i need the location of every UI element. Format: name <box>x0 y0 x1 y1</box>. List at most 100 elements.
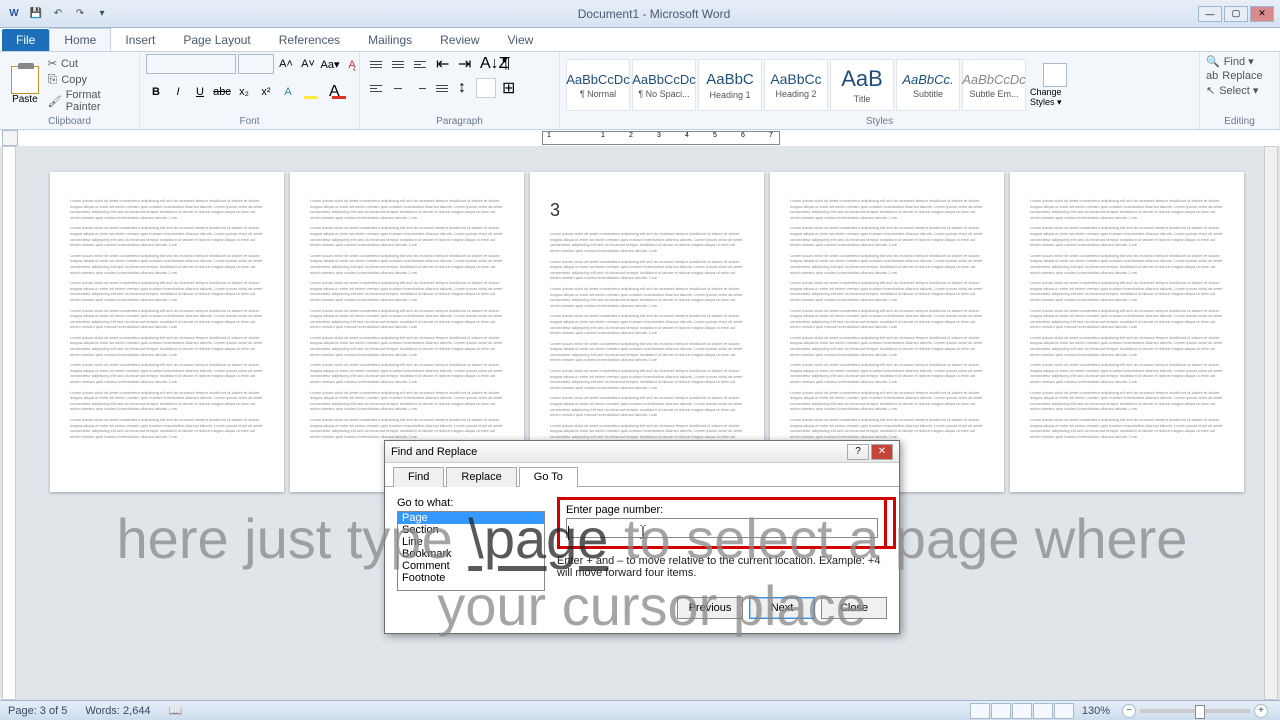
status-proofing-icon[interactable]: 📖 <box>169 704 183 717</box>
dialog-close-btn[interactable]: ✕ <box>871 444 893 460</box>
style-subtle-em[interactable]: AaBbCcDcSubtle Em... <box>962 59 1026 111</box>
ribbon: Paste Cut Copy Format Painter Clipboard … <box>0 52 1280 130</box>
font-size-combo[interactable] <box>238 54 274 74</box>
find-icon: 🔍 <box>1206 55 1220 68</box>
zoom-in-btn[interactable]: + <box>1254 704 1268 718</box>
vertical-ruler[interactable] <box>2 146 16 700</box>
status-words[interactable]: Words: 2,644 <box>85 705 150 717</box>
tab-references[interactable]: References <box>265 29 354 51</box>
borders-btn[interactable]: ⊞ <box>498 78 518 98</box>
dialog-title-bar[interactable]: Find and Replace ? ✕ <box>385 441 899 463</box>
editing-group: 🔍Find ▾ abReplace ↖Select ▾ Editing <box>1200 52 1280 129</box>
style-subtitle[interactable]: AaBbCc.Subtitle <box>896 59 960 111</box>
print-layout-view-btn[interactable] <box>970 703 990 719</box>
zoom-out-btn[interactable]: − <box>1122 704 1136 718</box>
style-heading2[interactable]: AaBbCcHeading 2 <box>764 59 828 111</box>
show-marks-btn[interactable]: ¶ <box>498 54 518 74</box>
tab-file[interactable]: File <box>2 29 49 51</box>
numbering-btn[interactable] <box>388 54 408 74</box>
draft-view-btn[interactable] <box>1054 703 1074 719</box>
style-title[interactable]: AaBTitle <box>830 59 894 111</box>
horizontal-ruler[interactable]: 1 1 2 3 4 5 6 7 <box>542 131 780 145</box>
tab-insert[interactable]: Insert <box>111 29 169 51</box>
tab-review[interactable]: Review <box>426 29 493 51</box>
tab-home[interactable]: Home <box>49 28 111 51</box>
paragraph-label: Paragraph <box>366 116 553 127</box>
status-bar: Page: 3 of 5 Words: 2,644 📖 130% − + <box>0 700 1280 720</box>
tab-mailings[interactable]: Mailings <box>354 29 426 51</box>
zoom-percent[interactable]: 130% <box>1082 705 1110 717</box>
font-color-btn[interactable]: A <box>328 82 354 102</box>
page-1[interactable]: Lorem ipsum dolor sit amet consectetur a… <box>50 172 284 492</box>
tab-view[interactable]: View <box>494 29 548 51</box>
bold-btn[interactable]: B <box>146 82 166 102</box>
change-styles-btn[interactable]: Change Styles ▾ <box>1030 59 1080 111</box>
align-center-btn[interactable] <box>388 78 408 98</box>
shrink-font-btn[interactable]: A˅ <box>298 54 318 74</box>
outline-view-btn[interactable] <box>1033 703 1053 719</box>
minimize-button[interactable]: — <box>1198 6 1222 22</box>
vertical-scrollbar[interactable] <box>1264 146 1278 700</box>
style-normal[interactable]: AaBbCcDc¶ Normal <box>566 59 630 111</box>
web-layout-view-btn[interactable] <box>1012 703 1032 719</box>
strike-btn[interactable]: abc <box>212 82 232 102</box>
select-btn[interactable]: ↖Select ▾ <box>1206 83 1258 98</box>
dialog-tab-goto[interactable]: Go To <box>519 467 578 487</box>
fullscreen-view-btn[interactable] <box>991 703 1011 719</box>
tab-selector[interactable] <box>2 130 18 146</box>
decrease-indent-btn[interactable]: ⇤ <box>432 54 452 74</box>
clipboard-group: Paste Cut Copy Format Painter Clipboard <box>0 52 140 129</box>
clear-format-btn[interactable]: Aุ <box>342 54 362 74</box>
change-styles-label: Change Styles ▾ <box>1030 87 1080 108</box>
change-styles-icon <box>1043 63 1067 87</box>
paste-icon <box>11 66 39 94</box>
zoom-slider[interactable] <box>1140 709 1250 713</box>
tab-page-layout[interactable]: Page Layout <box>169 29 264 51</box>
paste-label: Paste <box>12 94 38 105</box>
align-right-btn[interactable] <box>410 78 430 98</box>
status-page[interactable]: Page: 3 of 5 <box>8 705 67 717</box>
subscript-btn[interactable]: x₂ <box>234 82 254 102</box>
copy-button[interactable]: Copy <box>48 72 133 87</box>
format-painter-button[interactable]: Format Painter <box>48 89 133 113</box>
maximize-button[interactable]: ▢ <box>1224 6 1248 22</box>
close-window-button[interactable]: ✕ <box>1250 6 1274 22</box>
bullets-btn[interactable] <box>366 54 386 74</box>
styles-gallery[interactable]: AaBbCcDc¶ Normal AaBbCcDc¶ No Spaci... A… <box>566 59 1026 111</box>
dialog-tabs: Find Replace Go To <box>385 463 899 487</box>
superscript-btn[interactable]: x² <box>256 82 276 102</box>
replace-btn[interactable]: abReplace <box>1206 69 1263 83</box>
font-name-combo[interactable] <box>146 54 236 74</box>
shading-btn[interactable] <box>476 78 496 98</box>
line-spacing-btn[interactable]: ↕ <box>454 78 474 98</box>
find-btn[interactable]: 🔍Find ▾ <box>1206 54 1254 69</box>
styles-label: Styles <box>566 116 1193 127</box>
highlight-btn[interactable] <box>300 82 326 102</box>
multilevel-btn[interactable] <box>410 54 430 74</box>
align-left-btn[interactable] <box>366 78 386 98</box>
sort-btn[interactable]: A↓Z <box>476 54 496 74</box>
cut-button[interactable]: Cut <box>48 57 133 70</box>
dialog-help-btn[interactable]: ? <box>847 444 869 460</box>
dialog-tab-find[interactable]: Find <box>393 467 444 487</box>
justify-btn[interactable] <box>432 78 452 98</box>
annotation-keyword: \page <box>468 507 608 570</box>
undo-icon[interactable]: ↶ <box>50 6 66 22</box>
underline-btn[interactable]: U <box>190 82 210 102</box>
paste-button[interactable]: Paste <box>6 57 44 113</box>
style-heading1[interactable]: AaBbCHeading 1 <box>698 59 762 111</box>
italic-btn[interactable]: I <box>168 82 188 102</box>
save-icon[interactable]: 💾 <box>28 6 44 22</box>
grow-font-btn[interactable]: A˄ <box>276 54 296 74</box>
copy-label: Copy <box>61 74 87 86</box>
change-case-btn[interactable]: Aa▾ <box>320 54 340 74</box>
dialog-tab-replace[interactable]: Replace <box>446 467 516 487</box>
format-painter-label: Format Painter <box>66 89 133 113</box>
qat-more-icon[interactable]: ▾ <box>94 6 110 22</box>
styles-group: AaBbCcDc¶ Normal AaBbCcDc¶ No Spaci... A… <box>560 52 1200 129</box>
increase-indent-btn[interactable]: ⇥ <box>454 54 474 74</box>
text-effects-btn[interactable]: A <box>278 82 298 102</box>
page-5[interactable]: Lorem ipsum dolor sit amet consectetur a… <box>1010 172 1244 492</box>
redo-icon[interactable]: ↷ <box>72 6 88 22</box>
style-no-spacing[interactable]: AaBbCcDc¶ No Spaci... <box>632 59 696 111</box>
